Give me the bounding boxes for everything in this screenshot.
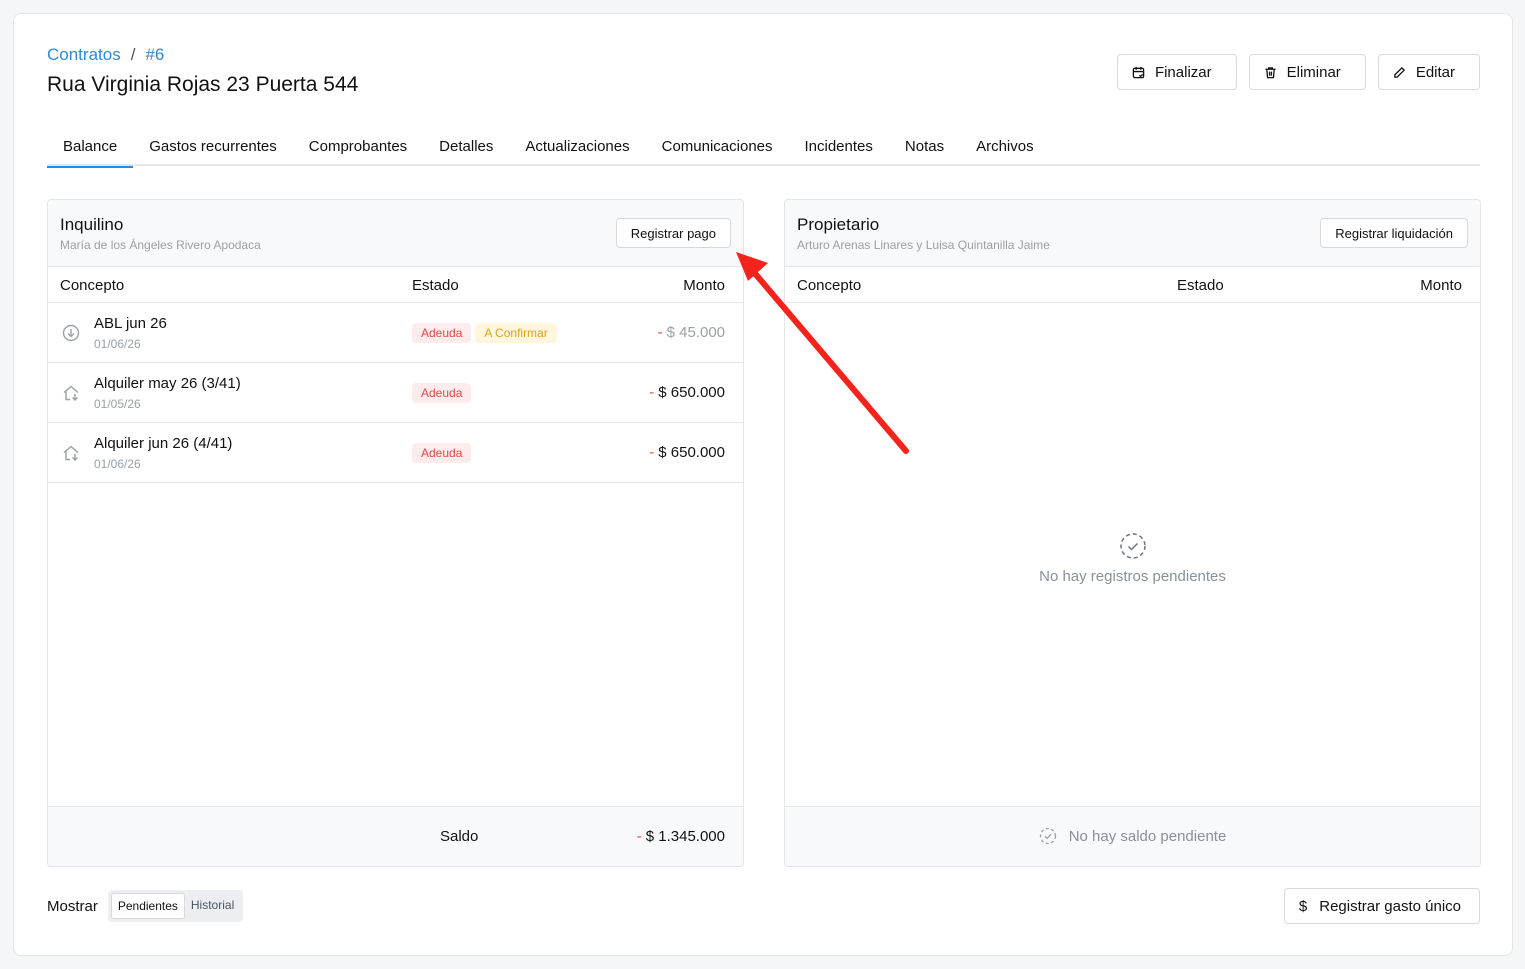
owner-table-header: Concepto Estado Monto [785,267,1480,303]
filter-option-pendientes[interactable]: Pendientes [110,893,185,919]
owner-balance-footer: No hay saldo pendiente [785,806,1480,866]
calendar-check-icon [1132,66,1145,78]
negative-sign: - [649,444,655,461]
filter-option-historial[interactable]: Historial [185,893,240,919]
empty-balance-text: No hay saldo pendiente [1068,827,1227,845]
column-concepto: Concepto [797,277,862,294]
tab-actualizaciones[interactable]: Actualizaciones [509,132,645,166]
column-estado: Estado [412,277,459,294]
owner-panel: Propietario Arturo Arenas Linares y Luis… [784,199,1481,867]
row-concept: ABL jun 26 [94,315,167,332]
tenant-title: Inquilino [60,215,124,234]
finalize-button[interactable]: Finalizar [1116,54,1237,90]
row-badges: Adeuda [412,443,472,463]
filter-label: Mostrar [47,897,98,915]
owner-panel-header: Propietario Arturo Arenas Linares y Luis… [785,200,1480,267]
status-badge-adeuda: Adeuda [412,443,472,463]
header-actions: Finalizar Eliminar Editar [1116,54,1480,90]
negative-sign: - [649,384,655,401]
row-date: 01/05/26 [94,397,141,411]
status-badge-adeuda: Adeuda [412,323,472,343]
tenant-name: María de los Ángeles Rivero Apodaca [60,238,261,252]
row-amount-value: $ 45.000 [666,324,725,341]
row-badges: Adeuda A Confirmar [412,323,557,343]
house-down-icon [63,445,79,461]
table-row[interactable]: ABL jun 26 01/06/26 Adeuda A Confirmar -… [48,303,743,363]
saldo-amount-value: $ 1.345.000 [645,828,725,845]
breadcrumb-contratos-link[interactable]: Contratos [47,45,121,65]
negative-sign: - [636,828,642,845]
owner-empty-balance: No hay saldo pendiente [785,827,1480,845]
tab-incidentes[interactable]: Incidentes [789,132,889,166]
tenant-panel: Inquilino María de los Ángeles Rivero Ap… [47,199,744,867]
trash-icon [1265,66,1276,78]
row-amount-value: $ 650.000 [658,384,725,401]
row-concept: Alquiler may 26 (3/41) [94,375,241,392]
breadcrumb: Contratos / #6 [47,45,164,65]
row-amount: - $ 650.000 [649,384,725,401]
tab-balance[interactable]: Balance [47,132,134,168]
row-amount: - $ 45.000 [658,324,725,341]
register-single-expense-label: Registrar gasto único [1319,897,1461,915]
owner-empty-state: No hay registros pendientes [785,532,1480,585]
row-concept: Alquiler jun 26 (4/41) [94,435,233,452]
row-date: 01/06/26 [94,337,141,351]
tab-comunicaciones[interactable]: Comunicaciones [646,132,789,166]
column-concepto: Concepto [60,277,125,294]
table-row[interactable]: Alquiler may 26 (3/41) 01/05/26 Adeuda -… [48,363,743,423]
arrow-down-circle-icon [62,324,80,342]
saldo-label: Saldo [440,828,479,845]
column-estado: Estado [1177,277,1224,294]
dashed-check-circle-icon [1119,533,1146,559]
pencil-icon [1394,66,1405,78]
table-row[interactable]: Alquiler jun 26 (4/41) 01/06/26 Adeuda -… [48,423,743,483]
row-date: 01/06/26 [94,457,141,471]
finalize-label: Finalizar [1154,63,1212,81]
tab-notas[interactable]: Notas [889,132,960,166]
column-monto: Monto [1420,277,1462,294]
breadcrumb-separator: / [130,45,136,64]
tenant-balance-footer: Saldo - $ 1.345.000 [48,806,743,866]
column-monto: Monto [683,277,725,294]
tab-bar: Balance Gastos recurrentes Comprobantes … [47,132,1480,168]
row-amount: - $ 650.000 [649,444,725,461]
register-settlement-button[interactable]: Registrar liquidación [1320,218,1468,248]
filter-toggle: Mostrar Pendientes Historial [47,890,244,922]
status-badge-adeuda: Adeuda [412,383,472,403]
segmented-control: Pendientes Historial [107,890,244,922]
row-badges: Adeuda [412,383,472,403]
owner-name: Arturo Arenas Linares y Luisa Quintanill… [797,238,1050,252]
dashed-check-circle-icon [1039,827,1056,845]
delete-button[interactable]: Eliminar [1248,54,1366,90]
tab-archivos[interactable]: Archivos [960,132,1050,166]
house-down-icon [63,385,79,401]
saldo-amount: - $ 1.345.000 [637,828,725,845]
register-payment-button[interactable]: Registrar pago [615,218,731,248]
owner-title: Propietario [797,215,880,234]
dollar-icon: $ [1298,897,1308,915]
contract-card: Contratos / #6 Rua Virginia Rojas 23 Pue… [13,13,1513,956]
edit-label: Editar [1415,63,1455,81]
tenant-panel-header: Inquilino María de los Ángeles Rivero Ap… [48,200,743,267]
edit-button[interactable]: Editar [1377,54,1480,90]
register-single-expense-button[interactable]: $ Registrar gasto único [1283,888,1480,924]
tenant-table-header: Concepto Estado Monto [48,267,743,303]
tab-detalles[interactable]: Detalles [423,132,509,166]
delete-label: Eliminar [1286,63,1341,81]
row-amount-value: $ 650.000 [658,444,725,461]
empty-records-text: No hay registros pendientes [1039,568,1226,585]
status-badge-a-confirmar: A Confirmar [475,323,557,343]
negative-sign: - [657,324,663,341]
tab-comprobantes[interactable]: Comprobantes [293,132,423,166]
page-title: Rua Virginia Rojas 23 Puerta 544 [47,73,359,96]
tab-gastos-recurrentes[interactable]: Gastos recurrentes [133,132,293,166]
breadcrumb-current-link[interactable]: #6 [145,45,164,65]
